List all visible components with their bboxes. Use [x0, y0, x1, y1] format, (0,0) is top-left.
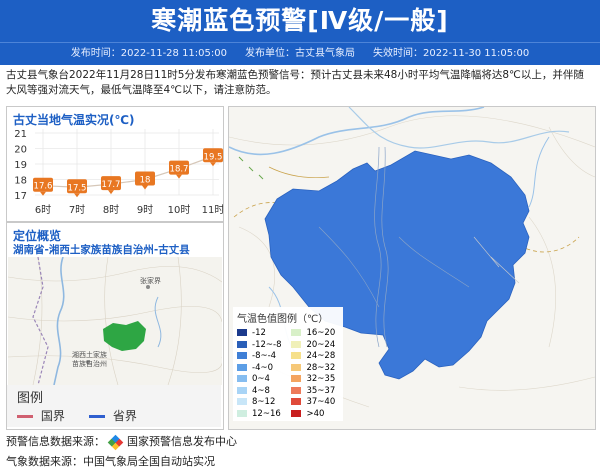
- data-label: 17.7: [102, 180, 121, 190]
- warning-title: 寒潮蓝色预警[Ⅳ级/一般]: [151, 6, 449, 35]
- legend-swatch: [237, 398, 247, 405]
- legend-swatch: [291, 340, 302, 348]
- legend-item: >40: [291, 409, 343, 421]
- provincial-border-label: 省界: [112, 409, 137, 423]
- warning-title-banner: 寒潮蓝色预警[Ⅳ级/一般]: [0, 0, 600, 42]
- legend-swatch: [237, 352, 247, 359]
- data-label: 18.7: [170, 165, 189, 175]
- data-point-pointer: [108, 190, 114, 195]
- y-tick-label: 17: [14, 191, 27, 202]
- legend-item: 24~28: [291, 351, 343, 363]
- legend-swatch: [291, 409, 302, 417]
- y-tick-label: 20: [14, 145, 27, 156]
- location-panel: 定位概览 湖南省-湘西土家族苗族自治州-古丈县 湘西土家族 苗族自治州 张家界 …: [6, 222, 224, 430]
- legend-item: 35~37: [291, 386, 343, 398]
- data-point-pointer: [142, 185, 148, 190]
- legend-swatch: [291, 352, 302, 359]
- warning-description: 古丈县气象台2022年11月28日11时5分发布寒潮蓝色预警信号：预计古丈县未来…: [6, 69, 584, 96]
- legend-item: -12: [237, 328, 291, 340]
- temperature-legend-title: 气温色值图例（℃）: [237, 314, 329, 325]
- publisher: 发布单位：古丈县气象局: [245, 48, 355, 59]
- national-border-label: 国界: [40, 409, 65, 423]
- data-label: 19.5: [204, 152, 223, 162]
- legend-item: 4~8: [237, 386, 291, 398]
- legend-swatch: [237, 340, 247, 348]
- publish-time: 发布时间：2022-11-28 11:05:00: [70, 48, 227, 59]
- map-label-autonomous-prefecture-a: 湘西土家族: [72, 350, 107, 359]
- boundary-legend-title: 图例: [17, 391, 44, 406]
- x-tick-label: 10时: [168, 204, 191, 216]
- source-logo-icon: [107, 434, 123, 450]
- legend-swatch: [237, 363, 247, 371]
- legend-item: 0~4: [237, 374, 291, 386]
- warning-source: 预警信息数据来源： 国家预警信息发布中心: [6, 433, 237, 450]
- legend-item: 12~16: [237, 409, 291, 421]
- legend-item: 32~35: [291, 374, 343, 386]
- legend-swatch: [237, 329, 247, 336]
- legend-swatch: [237, 375, 247, 382]
- y-tick-label: 19: [14, 160, 27, 171]
- data-label: 17.6: [34, 182, 53, 192]
- legend-swatch: [291, 329, 302, 336]
- data-point-pointer: [176, 174, 182, 179]
- x-tick-label: 6时: [35, 204, 51, 216]
- legend-item: 16~20: [291, 328, 343, 340]
- temperature-chart: 17 18 19 20 21 6时 7时 8时 9时 10时 11时 17.6 17.5 17.7 18 18…: [14, 129, 223, 216]
- warning-source-value: 国家预警信息发布中心: [127, 435, 237, 448]
- legend-swatch: [291, 386, 302, 394]
- legend-swatch: [291, 398, 302, 405]
- boundary-legend-provincial: 省界: [89, 407, 137, 424]
- x-tick-label: 8时: [103, 204, 119, 216]
- x-tick-label: 9时: [137, 204, 153, 216]
- legend-item: -8~-4: [237, 351, 291, 363]
- warning-source-label: 预警信息数据来源：: [6, 435, 105, 448]
- legend-swatch: [237, 386, 247, 394]
- legend-item: 20~24: [291, 340, 343, 352]
- boundary-legend: 图例 国界 省界: [7, 385, 221, 427]
- legend-item: 28~32: [291, 363, 343, 375]
- x-tick-label: 11时: [202, 204, 223, 216]
- boundary-legend-national: 国界: [17, 407, 65, 424]
- legend-swatch: [291, 375, 302, 382]
- y-tick-label: 18: [14, 176, 27, 187]
- location-region: 湖南省-湘西土家族苗族自治州-古丈县: [13, 244, 190, 256]
- data-label: 18: [140, 176, 151, 186]
- provincial-border-line-icon: [89, 415, 105, 418]
- location-map: 湘西土家族 苗族自治州 张家界: [8, 257, 222, 385]
- legend-swatch: [237, 409, 247, 417]
- warning-map-panel: 气温色值图例（℃） -12 -12~-8 -8~-4 -4~0 0~4 4~8 …: [228, 106, 596, 430]
- x-tick-label: 7时: [69, 204, 85, 216]
- map-label-autonomous-prefecture-b: 苗族自治州: [72, 359, 107, 368]
- data-label: 17.5: [68, 183, 87, 193]
- y-tick-label: 21: [14, 129, 27, 140]
- legend-item: 37~40: [291, 397, 343, 409]
- warning-meta-bar: 发布时间：2022-11-28 11:05:00 发布单位：古丈县气象局 失效时…: [0, 42, 600, 65]
- expire-time: 失效时间：2022-11-30 11:05:00: [373, 48, 530, 59]
- map-label-zhangjiajie: 张家界: [140, 276, 161, 285]
- legend-item: -12~-8: [237, 340, 291, 352]
- temperature-legend: 气温色值图例（℃） -12 -12~-8 -8~-4 -4~0 0~4 4~8 …: [233, 307, 343, 421]
- legend-swatch: [291, 363, 302, 371]
- legend-item: 8~12: [237, 397, 291, 409]
- national-border-line-icon: [17, 415, 33, 418]
- weather-data-source: 气象数据来源：中国气象局全国自动站实况: [6, 455, 215, 468]
- temperature-panel: 古丈当地气温实况(℃) 17 18 19 20 21 6时 7时 8时 9时 10时 11时 17.6…: [6, 106, 224, 222]
- legend-item: -4~0: [237, 363, 291, 375]
